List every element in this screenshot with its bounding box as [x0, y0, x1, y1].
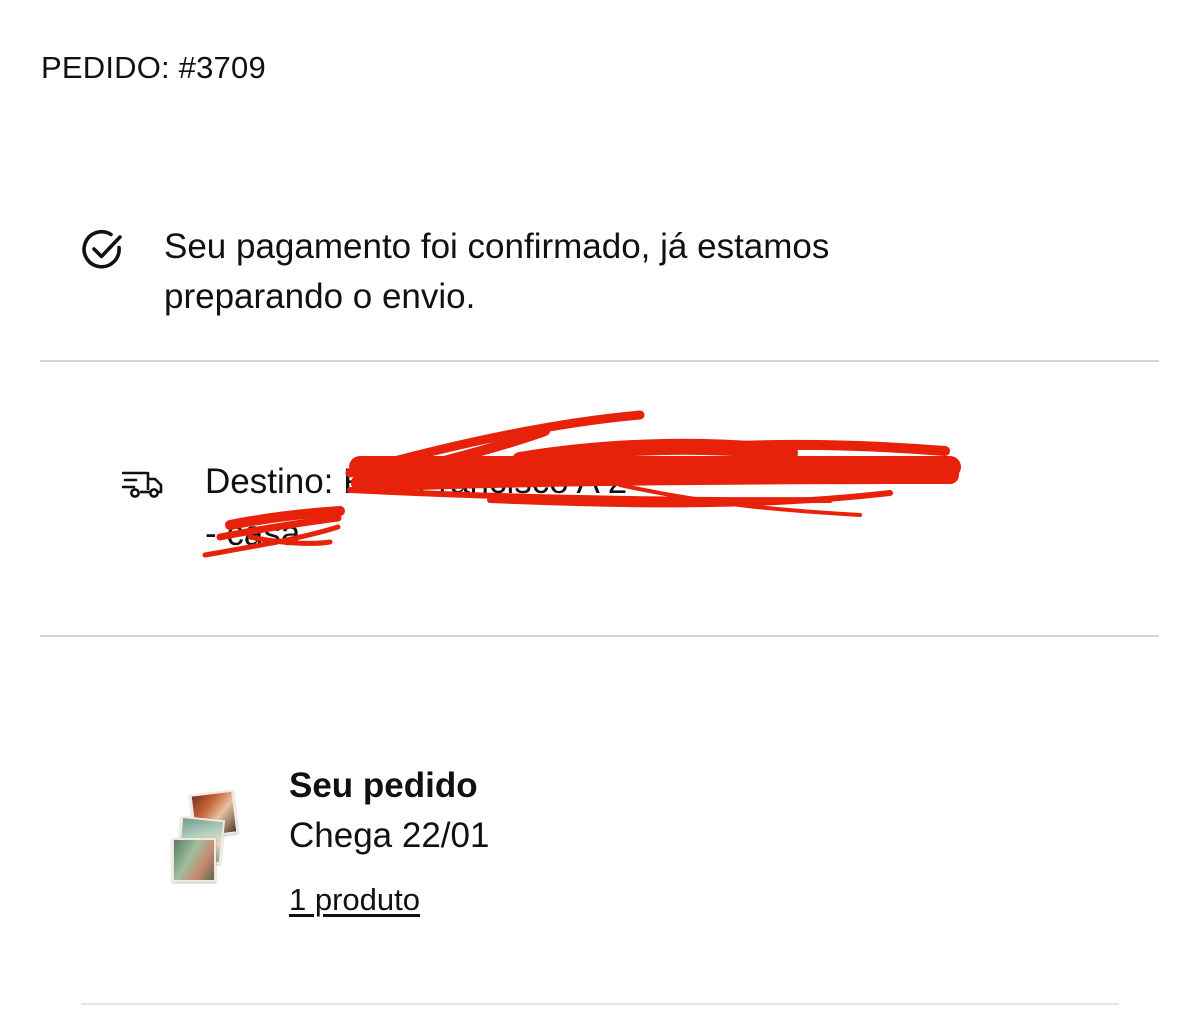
divider [40, 360, 1159, 362]
payment-status-message: Seu pagamento foi confirmado, já estamos… [164, 227, 830, 316]
divider [81, 1003, 1119, 1005]
product-count-link[interactable]: 1 produto [289, 882, 420, 918]
order-item-title: Seu pedido [289, 766, 478, 805]
truck-icon [122, 471, 163, 498]
check-circle-icon [82, 229, 122, 269]
destination-address: Destino: Rua Francisco A 2 - casa [205, 462, 628, 553]
product-thumbnail [172, 838, 216, 882]
product-thumbnail-stack[interactable] [168, 789, 239, 885]
divider [40, 635, 1159, 637]
order-item-summary: Seu pedido Chega 22/01 1 produto [168, 760, 768, 940]
destination-row: Destino: Rua Francisco A 2 - casa [122, 456, 982, 576]
order-number: PEDIDO: #3709 [41, 50, 266, 85]
delivery-eta: Chega 22/01 [289, 816, 490, 855]
